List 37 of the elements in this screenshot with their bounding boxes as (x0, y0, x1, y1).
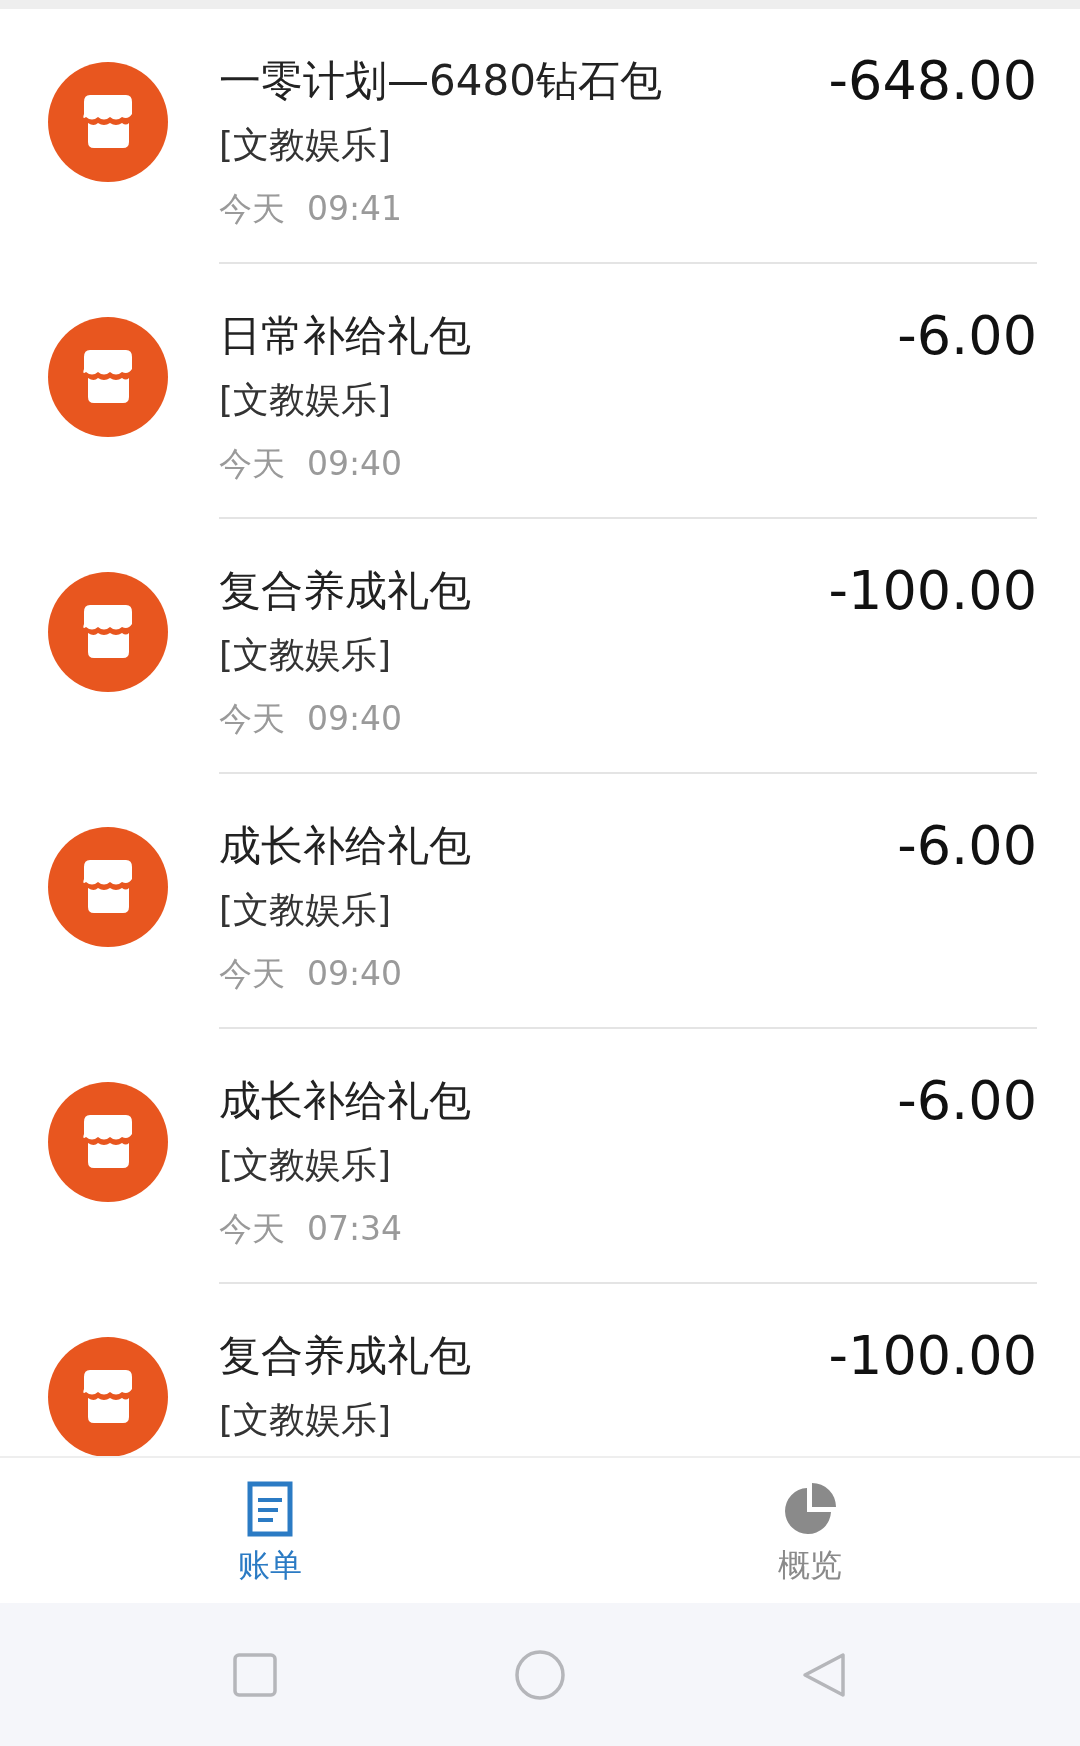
amount: -100.00 (828, 558, 1037, 624)
category-label: [文教娱乐] (219, 123, 392, 167)
tab[interactable]: 概览 (540, 1458, 1080, 1603)
date-label: 今天 (219, 698, 285, 740)
tab[interactable]: 账单 (0, 1458, 540, 1603)
shop-icon (48, 1337, 168, 1456)
category-label: [文教娱乐] (219, 1398, 392, 1442)
category-label: [文教娱乐] (219, 633, 392, 677)
category-label: [文教娱乐] (219, 888, 392, 932)
time-label: 07:34 (307, 1208, 403, 1250)
shop-icon (48, 1082, 168, 1202)
item-title: 一零计划—6480钻石包 (219, 55, 662, 107)
category-label: [文教娱乐] (219, 378, 392, 422)
time-label: 09:40 (307, 953, 403, 995)
amount: -100.00 (828, 1323, 1037, 1389)
item-title: 成长补给礼包 (219, 1075, 471, 1127)
date-label: 今天 (219, 1208, 285, 1250)
shop-icon (48, 572, 168, 692)
category-label: [文教娱乐] (219, 1143, 392, 1187)
shop-icon (48, 827, 168, 947)
item-title: 复合养成礼包 (219, 565, 471, 617)
amount: -6.00 (897, 813, 1037, 879)
item-title: 成长补给礼包 (219, 820, 471, 872)
item-title: 复合养成礼包 (219, 1330, 471, 1382)
time-label: 09:41 (307, 188, 403, 230)
time-label: 09:40 (307, 443, 403, 485)
date-label: 今天 (219, 188, 285, 230)
amount: -6.00 (897, 303, 1037, 369)
amount: -648.00 (828, 48, 1037, 114)
shop-icon (48, 317, 168, 437)
item-title: 日常补给礼包 (219, 310, 471, 362)
time-label: 09:40 (307, 698, 403, 740)
home-icon[interactable] (514, 1648, 566, 1701)
shop-icon (48, 62, 168, 182)
date-label: 今天 (219, 953, 285, 995)
amount: -6.00 (897, 1068, 1037, 1134)
date-label: 今天 (219, 443, 285, 485)
